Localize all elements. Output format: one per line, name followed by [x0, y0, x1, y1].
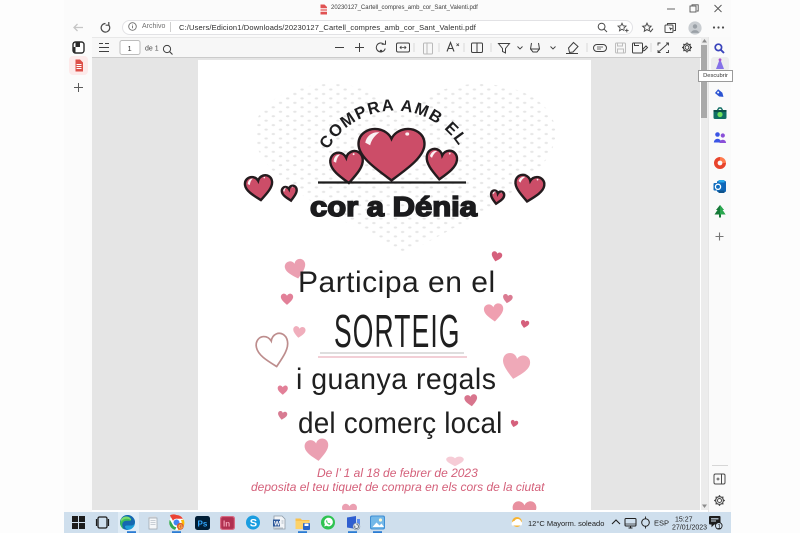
svg-text:de 1: de 1 [145, 46, 159, 53]
svg-text:1: 1 [717, 523, 721, 530]
svg-text:W: W [274, 521, 281, 528]
svg-text:In: In [223, 520, 230, 529]
svg-text:S: S [250, 517, 257, 529]
svg-text:G: G [178, 525, 183, 531]
svg-text:27/01/2023: 27/01/2023 [672, 525, 707, 532]
svg-text:12°C Mayorm. soleado: 12°C Mayorm. soleado [528, 519, 604, 528]
svg-text:cor a Dénia: cor a Dénia [310, 191, 477, 222]
svg-text:15:27: 15:27 [675, 517, 693, 524]
svg-text:Ps: Ps [198, 520, 208, 529]
svg-text:1: 1 [128, 44, 132, 53]
svg-text:ESP: ESP [654, 519, 669, 528]
